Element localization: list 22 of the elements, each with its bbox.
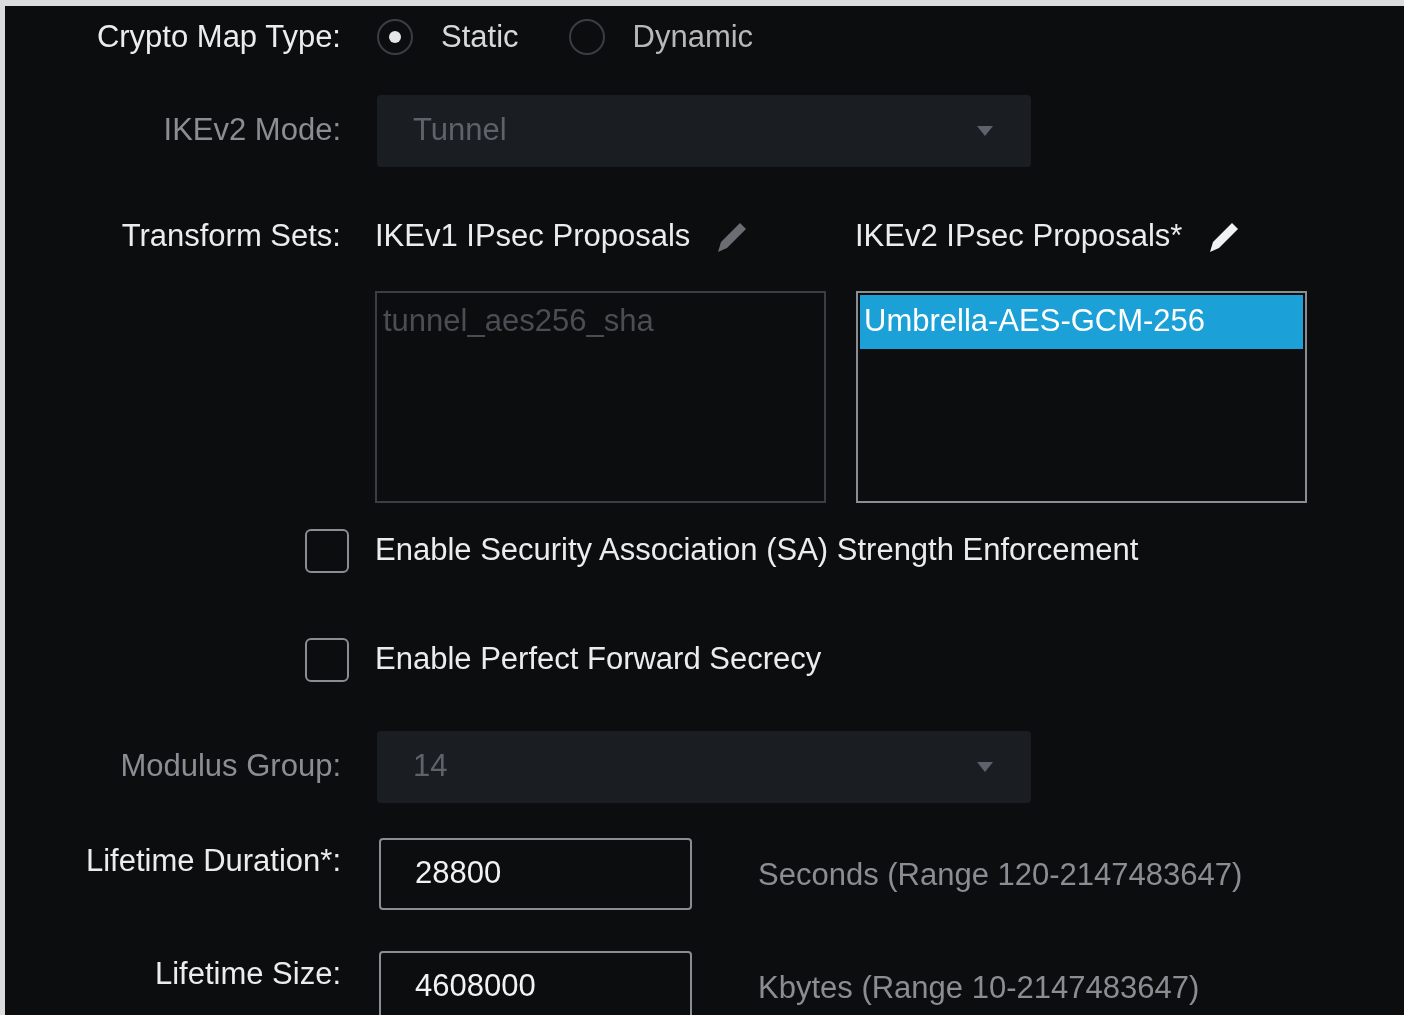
- list-title: IKEv1 IPsec Proposals: [375, 217, 691, 256]
- caret-icon: [975, 123, 995, 138]
- checkbox[interactable]: [305, 528, 349, 573]
- field-label: IKEv2 Mode:: [163, 111, 341, 150]
- list-item[interactable]: Umbrella-AES-GCM-256: [860, 294, 1303, 349]
- checkbox-label: Enable Security Association (SA) Strength Enforcement: [375, 531, 1139, 570]
- range-hint: Kbytes (Range 10-2147483647): [758, 968, 1200, 1007]
- field-label: Lifetime Duration*:: [86, 841, 341, 880]
- field-label: Modulus Group:: [120, 747, 341, 786]
- field-label: Transform Sets:: [121, 217, 341, 256]
- text-field[interactable]: 28800: [379, 837, 692, 910]
- list-title: IKEv2 IPsec Proposals*: [855, 217, 1183, 256]
- radio-option[interactable]: Dynamic: [568, 14, 754, 61]
- proposal-list[interactable]: Umbrella-AES-GCM-256: [856, 290, 1307, 503]
- range-hint: Seconds (Range 120-2147483647): [758, 855, 1243, 894]
- radio-option[interactable]: Static: [377, 14, 519, 61]
- field-label: Crypto Map Type:: [96, 18, 341, 56]
- text-field[interactable]: 4608000: [379, 950, 692, 1015]
- field-label: Lifetime Size:: [154, 954, 341, 993]
- checkbox[interactable]: [305, 637, 349, 682]
- caret-icon: [975, 759, 995, 774]
- checkbox-label: Enable Perfect Forward Secrecy: [375, 640, 822, 679]
